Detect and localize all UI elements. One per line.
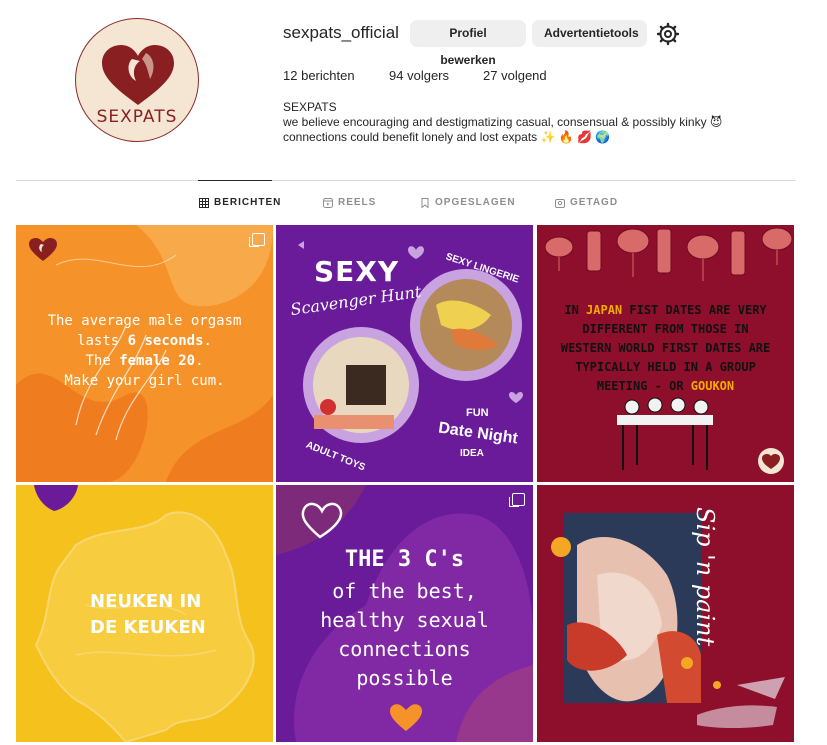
post-line: possible	[356, 666, 453, 690]
post-caption: NEUKEN IN DE KEUKEN	[90, 589, 206, 641]
post-text-highlight: JAPAN	[586, 303, 623, 317]
carousel-icon	[509, 493, 525, 507]
following-count-value: 27	[483, 68, 498, 83]
grid-icon	[199, 197, 209, 208]
post-line: connections	[338, 637, 471, 661]
tab-reels[interactable]: REELS	[323, 197, 376, 208]
post-line: lasts 6 seconds.	[16, 331, 273, 351]
post-title: Sip 'n paint	[691, 507, 719, 647]
posts-count-label: berichten	[301, 68, 355, 83]
post-caption: The average male orgasm lasts 6 seconds.…	[16, 311, 273, 391]
post-line: Make your girl cum.	[64, 373, 225, 389]
reels-icon	[323, 197, 333, 208]
gear-icon[interactable]	[656, 22, 680, 46]
tab-posts-label: BERICHTEN	[214, 197, 282, 208]
post-text-bold: 6 seconds	[127, 333, 204, 349]
post-title: THE 3 C's	[344, 547, 465, 572]
post-neuken-keuken[interactable]: NEUKEN IN DE KEUKEN	[16, 485, 273, 742]
post-label-idea: IDEA	[460, 448, 484, 459]
carousel-icon	[249, 233, 265, 247]
post-line: The average male orgasm	[47, 313, 242, 329]
post-three-cs[interactable]: THE 3 C's of the best, healthy sexual co…	[276, 485, 533, 742]
post-line: DE KEUKEN	[90, 617, 206, 638]
post-sip-n-paint[interactable]: Sip 'n paint	[537, 485, 794, 742]
post-japan-dates[interactable]: IN JAPAN FIST DATES ARE VERY DIFFERENT F…	[537, 225, 794, 482]
ad-tools-button[interactable]: Advertentietools	[532, 20, 647, 47]
post-line: NEUKEN IN	[90, 591, 202, 612]
active-tab-indicator	[198, 180, 272, 181]
following-count-label: volgend	[501, 68, 547, 83]
post-text-bold: female 20	[119, 353, 196, 369]
heart-logo-icon	[29, 238, 57, 261]
tagged-icon	[555, 198, 565, 208]
bio-text: we believe encouraging and destigmatizin…	[283, 115, 723, 144]
tab-tagged[interactable]: GETAGD	[555, 197, 618, 208]
profile-avatar[interactable]: SEXPATS	[75, 18, 199, 142]
tab-tagged-label: GETAGD	[570, 197, 619, 208]
post-title: SEXY	[314, 255, 400, 288]
bookmark-icon	[421, 197, 429, 208]
post-scavenger-hunt[interactable]: SEXY Scavenger Hunt SEXY LINGERIE FUN Da…	[276, 225, 533, 482]
followers-count-label: volgers	[407, 68, 450, 83]
posts-count-value: 12	[283, 68, 298, 83]
post-text: The	[85, 353, 120, 369]
followers-count[interactable]: 94 volgers	[389, 68, 449, 83]
post-text: .	[195, 353, 204, 369]
profile-username: sexpats_official	[283, 23, 399, 42]
post-text: lasts	[77, 333, 128, 349]
post-text-highlight: GOUKON	[690, 379, 735, 393]
tab-saved-label: OPGESLAGEN	[435, 197, 516, 208]
post-text: .	[203, 333, 212, 349]
tabs-divider	[16, 180, 796, 181]
tab-reels-label: REELS	[338, 197, 377, 208]
tab-posts[interactable]: BERICHTEN	[199, 197, 281, 208]
post-text: IN	[564, 303, 587, 317]
following-count[interactable]: 27 volgend	[483, 68, 547, 83]
avatar-brand-text: SEXPATS	[96, 107, 178, 127]
edit-profile-button[interactable]: Profiel bewerken	[410, 20, 526, 67]
bio-name: SEXPATS	[283, 100, 337, 114]
post-line: of the best,	[332, 579, 477, 603]
post-caption: IN JAPAN FIST DATES ARE VERY DIFFERENT F…	[559, 301, 772, 396]
tab-saved[interactable]: OPGESLAGEN	[420, 197, 516, 208]
post-background	[537, 485, 794, 742]
posts-count: 12 berichten	[283, 68, 355, 83]
post-caption: of the best, healthy sexual connections …	[276, 577, 533, 693]
followers-count-value: 94	[389, 68, 404, 83]
post-line: healthy sexual	[320, 608, 489, 632]
post-label-fun: FUN	[466, 407, 489, 419]
post-orgasm-fact[interactable]: The average male orgasm lasts 6 seconds.…	[16, 225, 273, 482]
post-line: The female 20.	[16, 351, 273, 371]
